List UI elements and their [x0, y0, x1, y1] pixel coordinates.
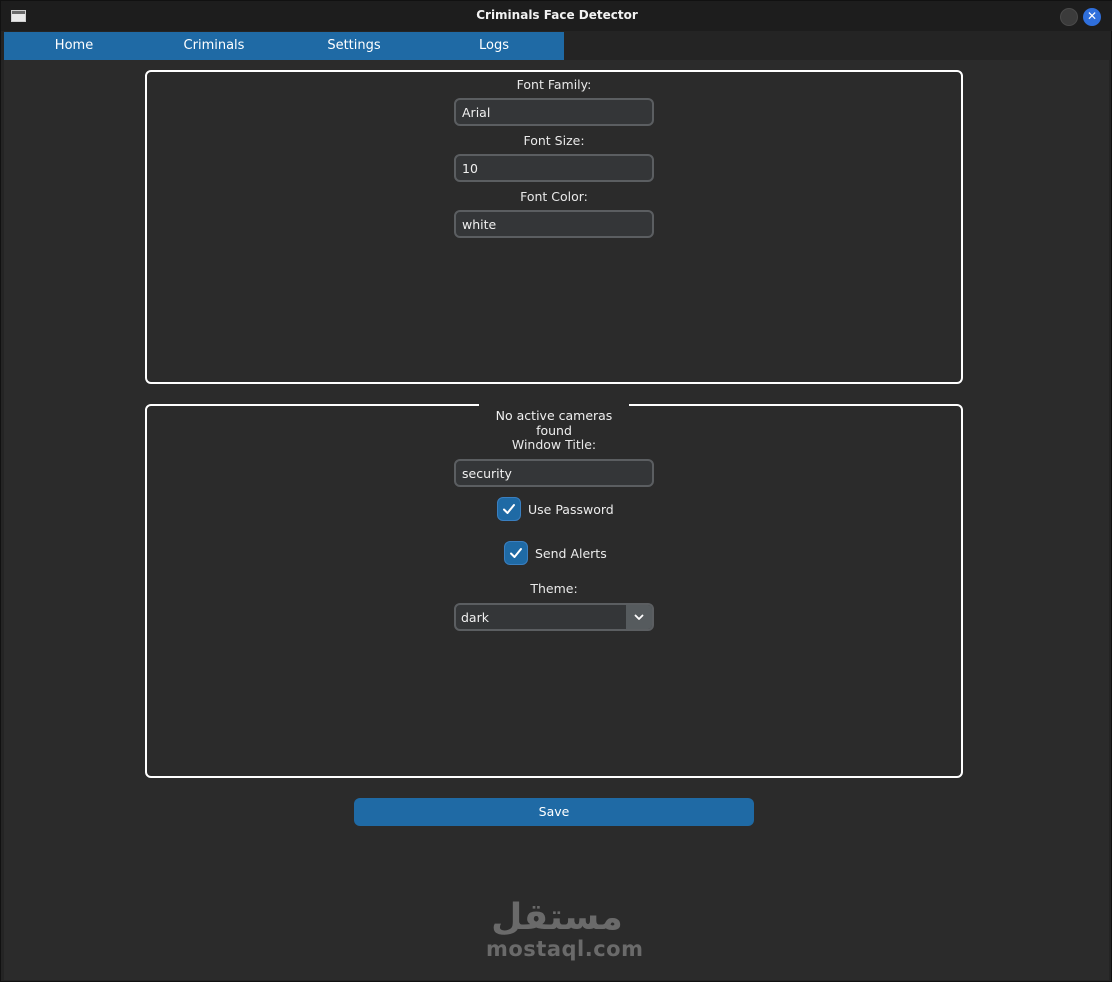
font-size-input[interactable]: [454, 154, 654, 182]
font-settings-panel: Font Family: Font Size: Font Color:: [145, 70, 963, 384]
send-alerts-checkbox[interactable]: Send Alerts: [504, 541, 607, 565]
settings-content: Font Family: Font Size: Font Color: No a…: [4, 60, 1109, 980]
window-title-input[interactable]: [454, 459, 654, 487]
watermark-latin-text: mostaql.com: [486, 937, 644, 961]
chevron-down-icon: [634, 614, 644, 620]
font-family-label: Font Family:: [516, 77, 592, 92]
send-alerts-label: Send Alerts: [535, 545, 607, 561]
minimize-button[interactable]: [1060, 8, 1078, 26]
tab-settings[interactable]: Settings: [284, 32, 424, 60]
camera-status-text: No active cameras found: [479, 402, 629, 438]
font-color-input[interactable]: [454, 210, 654, 238]
watermark-arabic-text: مستقل: [491, 897, 623, 938]
font-family-input[interactable]: [454, 98, 654, 126]
font-color-label: Font Color:: [520, 189, 588, 204]
checkmark-icon: [503, 504, 515, 514]
theme-select-value: dark: [461, 610, 489, 625]
theme-dropdown-button[interactable]: [626, 605, 652, 629]
use-password-label: Use Password: [528, 501, 614, 517]
theme-label: Theme:: [530, 581, 578, 596]
close-icon: ✕: [1086, 9, 1098, 23]
mostaql-watermark: مستقل mostaql.com: [486, 897, 644, 961]
window-title-label: Window Title:: [511, 437, 597, 452]
close-button[interactable]: ✕: [1083, 8, 1101, 26]
checkmark-icon: [510, 548, 522, 558]
camera-settings-panel: No active cameras found Window Title: Us…: [145, 402, 963, 778]
save-button[interactable]: Save: [354, 798, 754, 826]
tab-bar: Home Criminals Settings Logs: [4, 32, 564, 60]
theme-select[interactable]: dark: [454, 603, 654, 631]
use-password-checkbox[interactable]: Use Password: [497, 497, 614, 521]
title-bar: Criminals Face Detector ✕: [1, 1, 1112, 31]
tab-home[interactable]: Home: [4, 32, 144, 60]
send-alerts-check-box[interactable]: [504, 541, 528, 565]
app-window: Criminals Face Detector ✕ Home Criminals…: [0, 0, 1112, 982]
window-title: Criminals Face Detector: [476, 8, 638, 22]
tab-criminals[interactable]: Criminals: [144, 32, 284, 60]
font-size-label: Font Size:: [523, 133, 585, 148]
tab-logs[interactable]: Logs: [424, 32, 564, 60]
use-password-check-box[interactable]: [497, 497, 521, 521]
